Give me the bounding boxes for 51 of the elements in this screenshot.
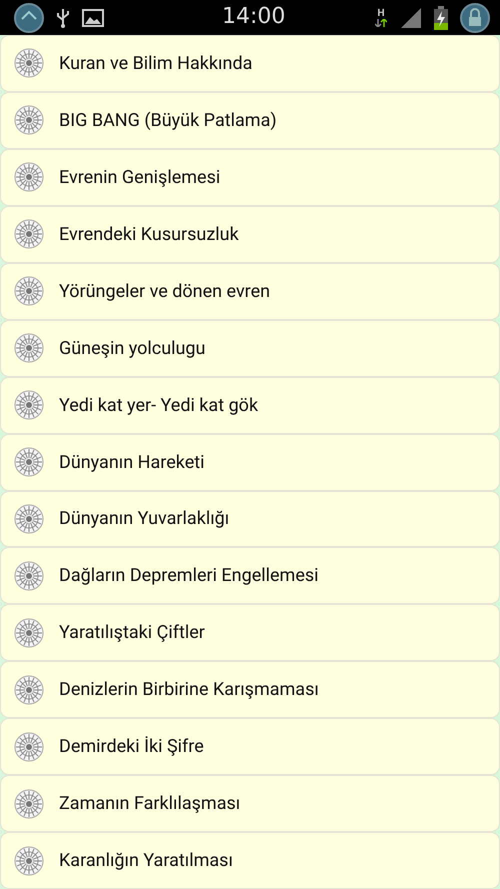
item-title: Yedi kat yer- Yedi kat gök — [59, 394, 258, 416]
clock-time: 14:00 — [222, 4, 286, 29]
item-title: Karanlığın Yaratılması — [59, 850, 233, 872]
list-item[interactable]: Dünyanın Hareketi — [0, 434, 500, 490]
medallion-icon — [14, 504, 44, 534]
item-title: Yaratılıştaki Çiftler — [59, 622, 205, 644]
list-item[interactable]: Kuran ve Bilim Hakkında — [0, 35, 500, 92]
item-title: Evrendeki Kusursuzluk — [59, 224, 239, 245]
list-item[interactable]: Evrendeki Kusursuzluk — [0, 206, 500, 263]
item-title: Demirdeki İki Şifre — [59, 736, 204, 758]
medallion-icon — [14, 618, 44, 648]
medallion-icon — [14, 48, 44, 78]
list-item[interactable]: Yedi kat yer- Yedi kat gök — [0, 376, 500, 434]
usb-icon — [56, 6, 70, 28]
battery-charging-icon — [434, 6, 448, 30]
item-title: Dünyanın Hareketi — [59, 452, 205, 473]
item-title: Zamanın Farklılaşması — [59, 793, 240, 814]
medallion-icon — [14, 333, 44, 364]
list-item[interactable]: Demirdeki İki Şifre — [0, 718, 500, 776]
medallion-icon — [14, 846, 44, 876]
item-title: Güneşin yolculugu — [59, 338, 206, 359]
medallion-icon — [14, 732, 44, 762]
item-title: Yörüngeler ve dönen evren — [59, 280, 270, 302]
list-item[interactable]: Zamanın Farklılaşması — [0, 775, 500, 832]
medallion-icon — [14, 276, 44, 306]
medallion-icon — [14, 674, 44, 705]
list-item[interactable]: Yörüngeler ve dönen evren — [0, 262, 500, 320]
list-item[interactable]: Yaratılıştaki Çiftler — [0, 604, 500, 662]
item-title: BIG BANG (Büyük Patlama) — [59, 110, 277, 131]
list-item[interactable]: Denizlerin Birbirine Karışmaması — [0, 661, 500, 718]
list-item[interactable]: BIG BANG (Büyük Patlama) — [0, 92, 500, 149]
list-item[interactable]: Güneşin yolculugu — [0, 320, 500, 377]
item-title: Dünyanın Yuvarlaklığı — [59, 508, 230, 530]
list-item[interactable]: Dağların Depremleri Engellemesi — [0, 547, 500, 604]
item-title: Kuran ve Bilim Hakkında — [59, 52, 252, 74]
medallion-icon — [14, 162, 44, 192]
list-item[interactable]: Karanlığın Yaratılması — [0, 832, 500, 889]
medallion-icon — [14, 788, 44, 819]
medallion-icon — [14, 447, 44, 478]
list-item[interactable]: Evrenin Genişlemesi — [0, 148, 500, 206]
item-title: Evrenin Genişlemesi — [59, 166, 220, 188]
list-item[interactable]: Dünyanın Yuvarlaklığı — [0, 490, 500, 548]
item-title: Dağların Depremleri Engellemesi — [59, 565, 319, 586]
item-title: Denizlerin Birbirine Karışmaması — [59, 679, 319, 700]
signal-icon — [400, 6, 422, 28]
medallion-icon — [14, 560, 44, 591]
medallion-icon — [14, 219, 44, 250]
medallion-icon — [14, 390, 44, 420]
lock-icon[interactable] — [460, 2, 490, 32]
image-icon — [82, 8, 104, 26]
medallion-icon — [14, 105, 44, 136]
